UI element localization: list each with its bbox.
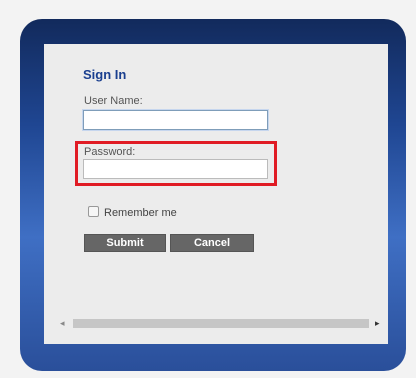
username-label: User Name: (84, 95, 143, 107)
scroll-right-icon[interactable]: ▸ (375, 318, 380, 329)
remember-me-checkbox[interactable] (88, 206, 99, 217)
password-input[interactable] (83, 159, 268, 179)
password-label: Password: (84, 146, 136, 158)
page-title: Sign In (83, 67, 127, 82)
horizontal-scrollbar[interactable] (73, 319, 369, 328)
scroll-left-icon[interactable]: ◂ (60, 318, 65, 329)
submit-button[interactable]: Submit (84, 234, 166, 252)
cancel-button[interactable]: Cancel (170, 234, 254, 252)
remember-me-label: Remember me (104, 207, 177, 219)
login-panel (44, 44, 388, 344)
username-input[interactable] (83, 110, 268, 130)
